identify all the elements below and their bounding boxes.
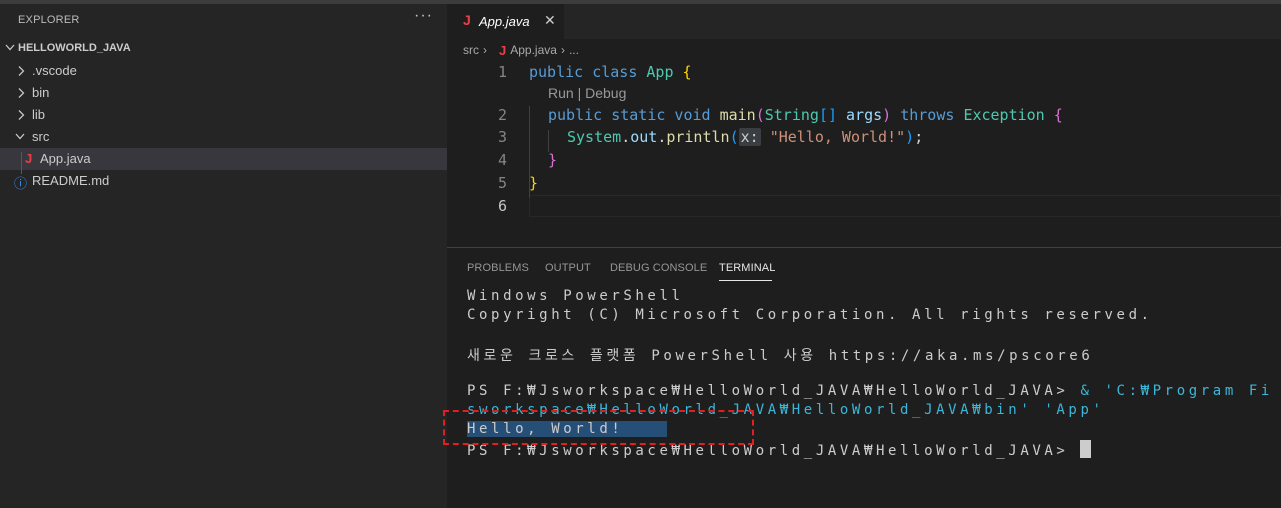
workspace-title: HELLOWORLD_JAVA (18, 42, 131, 54)
tree-item-app-java[interactable]: J App.java (0, 148, 447, 170)
tree-item-vscode[interactable]: .vscode (0, 60, 447, 82)
tab-problems[interactable]: PROBLEMS (467, 262, 529, 274)
line-number: 5 (497, 174, 507, 192)
tab-label: App.java (479, 14, 530, 29)
active-tab-indicator (719, 280, 772, 281)
explorer-sidebar: EXPLORER ··· HELLOWORLD_JAVA .vscode bin… (0, 4, 447, 508)
chevron-down-icon (15, 133, 25, 140)
tree-item-label: src (32, 129, 50, 144)
code-line-1: public class App { (529, 63, 692, 81)
indent-guide (548, 130, 549, 152)
breadcrumb-file[interactable]: App.java (510, 43, 557, 57)
tab-terminal[interactable]: TERMINAL (719, 262, 775, 274)
chevron-right-icon (18, 88, 25, 98)
chevron-right-icon (18, 66, 25, 76)
editor-tab-bar: J App.java ✕ (447, 4, 1281, 39)
breadcrumb-separator-icon: › (560, 43, 565, 57)
terminal-line: PS F:₩Jsworkspace₩HelloWorld_JAVA₩HelloW… (467, 383, 1273, 399)
tree-item-readme[interactable]: ⓘ README.md (0, 170, 447, 192)
tree-item-label: lib (32, 107, 46, 122)
tab-debug-console[interactable]: DEBUG CONSOLE (610, 262, 707, 274)
info-icon: ⓘ (14, 176, 28, 191)
code-line-2: public static void main(String[] args) t… (548, 106, 1063, 124)
breadcrumb: src › J App.java › ... (463, 41, 579, 59)
breadcrumb-src[interactable]: src (463, 43, 479, 57)
line-number: 2 (497, 106, 507, 124)
tree-item-label: bin (32, 85, 50, 100)
java-icon: J (25, 151, 33, 166)
tree-item-src[interactable]: src (0, 126, 447, 148)
line-number: 4 (497, 151, 507, 169)
current-line-highlight (529, 195, 1281, 217)
terminal-line: 새로운 크로스 플랫폼 PowerShell 사용 https://aka.ms… (467, 348, 1094, 364)
java-icon: J (499, 42, 507, 58)
more-actions-icon[interactable]: ··· (414, 7, 433, 25)
tab-app-java[interactable]: J App.java ✕ (447, 4, 564, 39)
tree-item-lib[interactable]: lib (0, 104, 447, 126)
close-icon[interactable]: ✕ (544, 12, 556, 29)
annotation-highlight-box (443, 410, 754, 445)
java-icon: J (463, 12, 471, 28)
code-line-3: System.out.println(x: "Hello, World!"); (567, 128, 924, 146)
tree-item-label: .vscode (32, 63, 77, 78)
terminal-line: Copyright (C) Microsoft Corporation. All… (467, 307, 1153, 323)
line-number: 3 (497, 128, 507, 146)
breadcrumb-separator-icon: › (483, 43, 487, 57)
tree-item-bin[interactable]: bin (0, 82, 447, 104)
chevron-down-icon (5, 44, 15, 51)
line-number: 1 (497, 63, 507, 81)
terminal-cursor (1080, 440, 1092, 458)
workspace-section-header[interactable]: HELLOWORLD_JAVA (0, 38, 447, 60)
code-line-4: } (548, 151, 558, 169)
codelens-run-debug[interactable]: Run | Debug (548, 85, 626, 101)
code-line-5: } (529, 174, 539, 192)
code-editor[interactable]: 1 2 3 4 5 6 public class App { Run | Deb… (447, 60, 1281, 246)
line-number: 6 (497, 197, 507, 215)
breadcrumb-symbol[interactable]: ... (569, 43, 579, 57)
explorer-title: EXPLORER (18, 14, 80, 26)
tree-item-label: App.java (40, 151, 91, 166)
parameter-hint: x: (738, 128, 761, 146)
terminal-line: Windows PowerShell (467, 288, 684, 304)
bottom-panel: PROBLEMS OUTPUT DEBUG CONSOLE TERMINAL W… (447, 247, 1281, 508)
tab-output[interactable]: OUTPUT (545, 262, 591, 274)
tree-item-label: README.md (32, 173, 110, 188)
chevron-right-icon (18, 110, 25, 120)
